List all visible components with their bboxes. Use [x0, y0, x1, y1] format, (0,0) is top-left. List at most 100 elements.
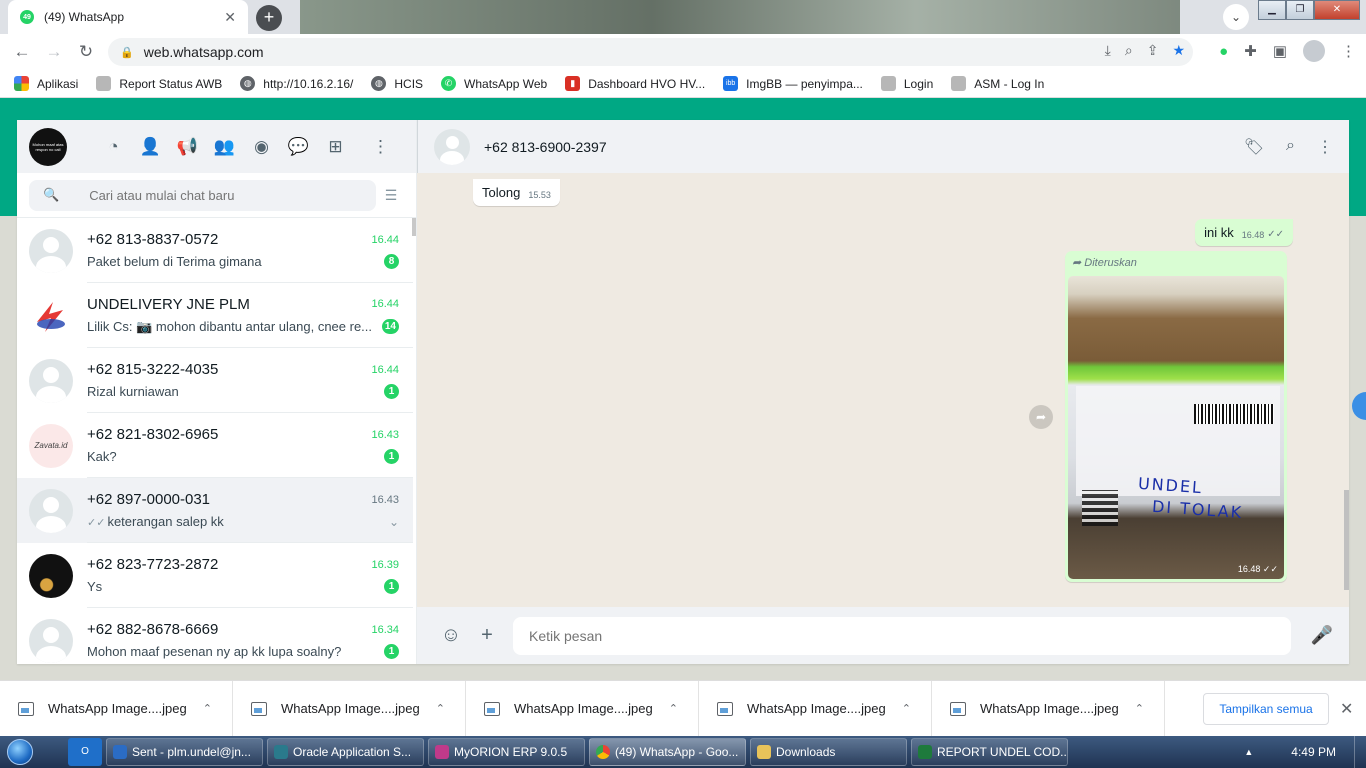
unread-badge: 14 — [381, 319, 399, 334]
chat-name: +62 882-8678-6669 — [87, 621, 219, 638]
sidebar-menu-icon[interactable]: ⋮ — [362, 137, 399, 157]
microphone-icon[interactable]: 🎤 — [1311, 625, 1333, 646]
forward-message-icon[interactable]: ➦ — [1029, 405, 1053, 429]
tray-expand-icon[interactable]: ▲ — [1244, 747, 1253, 757]
image-message[interactable]: ➦ Diteruskan UNDEL DI TOLAK 16.48 ✓✓ — [1065, 251, 1287, 582]
channels-icon[interactable]: ◉ — [243, 137, 280, 157]
bookmark-whatsapp-web[interactable]: ✆ WhatsApp Web — [441, 76, 547, 91]
conversation-header[interactable]: +62 813-6900-2397 🏷 ⌕ ⋮ — [417, 120, 1349, 173]
maximize-button[interactable]: ❐ — [1286, 0, 1314, 20]
taskbar-clock[interactable]: 4:49 PM — [1291, 745, 1336, 759]
add-contact-icon[interactable]: 👤 — [132, 137, 169, 157]
chevron-up-icon[interactable]: ⌃ — [436, 702, 445, 715]
share-icon[interactable]: ⇪ — [1147, 42, 1159, 59]
extensions-puzzle-icon[interactable]: ✚ — [1244, 42, 1257, 60]
incoming-message[interactable]: Tolong 15.53 — [473, 179, 560, 206]
new-chat-icon[interactable]: ⊞ — [317, 137, 354, 157]
conversation-menu-icon[interactable]: ⋮ — [1317, 137, 1333, 157]
chat-list-item[interactable]: Zavata.id +62 821-8302-6965 16.43 Kak? 1 — [17, 413, 413, 478]
taskbar-item[interactable]: REPORT UNDEL COD... — [911, 738, 1068, 766]
taskbar-item[interactable]: Downloads — [750, 738, 907, 766]
conversation-avatar[interactable] — [434, 128, 470, 165]
bookmark-report-status-awb[interactable]: Report Status AWB — [96, 76, 222, 91]
chat-list-item[interactable]: +62 815-3222-4035 16.44 Rizal kurniawan 1 — [17, 348, 413, 413]
download-item[interactable]: WhatsApp Image....jpeg ⌃ — [466, 680, 699, 737]
chat-bubble-icon[interactable]: 💬 — [280, 137, 317, 157]
window-close-button[interactable]: ✕ — [1314, 0, 1360, 20]
tab-search-icon[interactable]: ⌄ — [1223, 4, 1249, 30]
chrome-menu-icon[interactable]: ⋮ — [1341, 42, 1356, 60]
message-input[interactable] — [513, 616, 1291, 655]
my-profile-avatar[interactable]: Mohon maaf atas respon no call — [29, 127, 67, 166]
tab-close-icon[interactable]: ✕ — [224, 9, 236, 26]
taskbar-item[interactable]: Oracle Application S... — [267, 738, 424, 766]
taskbar-item[interactable]: MyORION ERP 9.0.5 — [428, 738, 585, 766]
search-box[interactable]: 🔍 — [29, 179, 376, 211]
chevron-down-icon[interactable]: ⌄ — [389, 515, 399, 529]
side-panel-icon[interactable]: ▣ — [1273, 42, 1287, 60]
download-item[interactable]: WhatsApp Image....jpeg ⌃ — [699, 680, 932, 737]
bookmark-apps[interactable]: Aplikasi — [14, 76, 78, 91]
download-filename: WhatsApp Image....jpeg — [980, 701, 1119, 716]
bookmark-star-icon[interactable]: ★ — [1172, 42, 1185, 59]
chat-list-item[interactable]: +62 813-8837-0572 16.44 Paket belum di Te… — [17, 218, 413, 283]
address-bar[interactable]: 🔒 web.whatsapp.com ⤓ ⌕ ⇪ ★ — [108, 38, 1193, 66]
start-button[interactable] — [0, 736, 40, 768]
bookmark-dashboard-hvo[interactable]: ▮ Dashboard HVO HV... — [565, 76, 705, 91]
reload-icon[interactable]: ↻ — [70, 42, 102, 62]
bookmark-imgbb[interactable]: ibb ImgBB — penyimpa... — [723, 76, 863, 91]
label-tag-icon[interactable]: 🏷 — [1244, 137, 1264, 157]
chat-name: +62 815-3222-4035 — [87, 361, 219, 378]
whatsapp-extension-icon[interactable]: ● — [1219, 43, 1228, 60]
back-icon[interactable]: ← — [6, 42, 38, 62]
outlook-pinned-icon[interactable]: O — [68, 738, 102, 766]
forward-icon[interactable]: → — [38, 42, 70, 62]
package-photo[interactable]: UNDEL DI TOLAK 16.48 ✓✓ — [1068, 276, 1284, 579]
broadcast-icon[interactable]: 📢 — [169, 137, 206, 157]
chevron-up-icon[interactable]: ⌃ — [1135, 702, 1144, 715]
status-icon[interactable]: ◔ — [95, 137, 132, 157]
url-text[interactable]: web.whatsapp.com — [144, 44, 264, 60]
chat-list-item[interactable]: +62 882-8678-6669 16.34 Mohon maaf pesena… — [17, 608, 413, 664]
chat-list-scrollbar[interactable] — [412, 218, 416, 236]
bookmark-login[interactable]: Login — [880, 76, 933, 91]
search-input[interactable] — [89, 187, 350, 203]
conversation-scrollbar[interactable] — [1344, 490, 1349, 590]
minimize-button[interactable]: ▁ — [1258, 0, 1286, 20]
communities-icon[interactable]: 👥 — [206, 137, 243, 157]
bookmark-ip[interactable]: ◍ http://10.16.2.16/ — [240, 76, 353, 91]
qr-code-graphic — [1082, 490, 1118, 526]
conversation-title[interactable]: +62 813-6900-2397 — [484, 139, 1244, 155]
bookmark-hcis[interactable]: ◍ HCIS — [371, 76, 423, 91]
emoji-icon[interactable]: ☺ — [433, 624, 469, 647]
folder-icon — [757, 745, 771, 759]
bookmarks-bar: Aplikasi Report Status AWB ◍ http://10.1… — [0, 70, 1366, 98]
chat-list-item[interactable]: UNDELIVERY JNE PLM 16.44 Lilik Cs: 📷 moho… — [17, 283, 413, 348]
close-downloads-icon[interactable]: ✕ — [1340, 699, 1353, 719]
filter-icon[interactable]: ☰ — [376, 187, 406, 204]
zoom-icon[interactable]: ⌕ — [1125, 42, 1133, 59]
download-item[interactable]: WhatsApp Image....jpeg ⌃ — [932, 680, 1165, 737]
bookmark-asm-login[interactable]: ASM - Log In — [951, 76, 1044, 91]
taskbar-item[interactable]: (49) WhatsApp - Goo... — [589, 738, 746, 766]
show-all-downloads-button[interactable]: Tampilkan semua — [1203, 693, 1329, 725]
chevron-up-icon[interactable]: ⌃ — [902, 702, 911, 715]
tab-title: (49) WhatsApp — [44, 10, 125, 24]
outgoing-message[interactable]: ini kk 16.48 ✓✓ — [1195, 219, 1293, 246]
chat-list-item[interactable]: +62 897-0000-031 16.43 ✓✓ keterangan salep… — [17, 478, 413, 543]
chevron-up-icon[interactable]: ⌃ — [669, 702, 678, 715]
chat-list-item[interactable]: +62 823-7723-2872 16.39 Ys 1 — [17, 543, 413, 608]
taskbar-item[interactable]: Sent - plm.undel@jn... — [106, 738, 263, 766]
download-item[interactable]: WhatsApp Image....jpeg ⌃ — [233, 680, 466, 737]
new-tab-button[interactable]: + — [256, 5, 282, 31]
search-messages-icon[interactable]: ⌕ — [1286, 137, 1295, 157]
profile-avatar-icon[interactable] — [1303, 40, 1325, 62]
browser-tab-whatsapp[interactable]: 49 (49) WhatsApp ✕ — [8, 0, 248, 34]
attach-plus-icon[interactable]: + — [469, 624, 505, 647]
show-desktop-button[interactable] — [1354, 736, 1366, 768]
lock-icon[interactable]: 🔒 — [120, 46, 134, 59]
install-icon[interactable]: ⤓ — [1105, 42, 1111, 59]
browser-toolbar: ← → ↻ 🔒 web.whatsapp.com ⤓ ⌕ ⇪ ★ ● ✚ ▣ ⋮ — [0, 34, 1366, 70]
chevron-up-icon[interactable]: ⌃ — [203, 702, 212, 715]
download-item[interactable]: WhatsApp Image....jpeg ⌃ — [0, 680, 233, 737]
